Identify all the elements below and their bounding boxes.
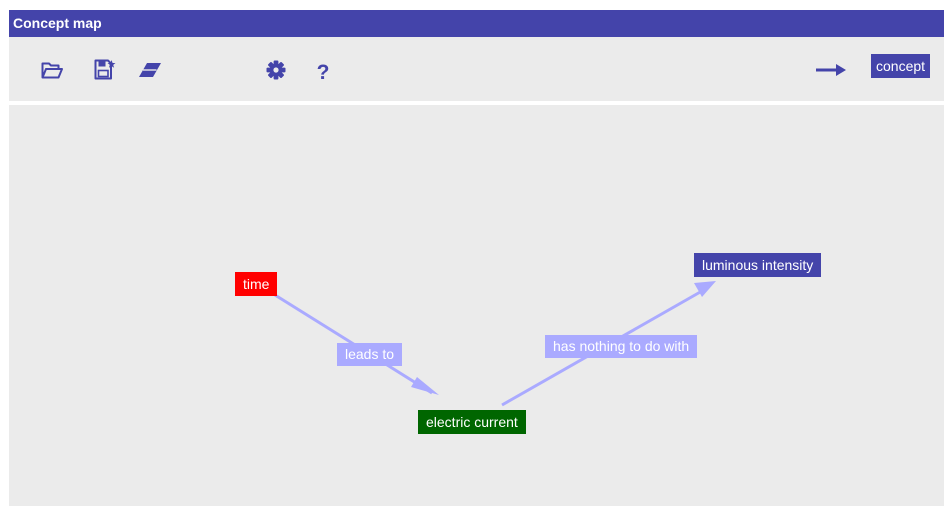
open-button[interactable]: [38, 58, 66, 86]
arrow-right-icon: [816, 63, 846, 81]
help-button[interactable]: ?: [309, 58, 337, 86]
folder-open-icon: [41, 61, 63, 84]
eraser-icon: [138, 62, 162, 83]
concept-node-time[interactable]: time: [235, 272, 278, 296]
settings-button[interactable]: [262, 58, 290, 86]
concept-node-electric-current[interactable]: electric current: [418, 410, 526, 434]
save-button[interactable]: [91, 58, 119, 86]
clear-button[interactable]: [136, 58, 164, 86]
save-icon: [94, 59, 116, 85]
concept-map-canvas[interactable]: leads to has nothing to do with time ele…: [9, 105, 944, 506]
link-lines: [274, 281, 716, 407]
question-mark-icon: ?: [316, 60, 330, 84]
link-tool-button[interactable]: [815, 58, 847, 86]
link-arrowhead-leads-to: [411, 377, 439, 395]
concept-node-luminous-intensity[interactable]: luminous intensity: [694, 253, 822, 277]
link-label-leads-to[interactable]: leads to: [337, 343, 403, 366]
gear-icon: [266, 60, 286, 85]
concept-map-app: Concept map ? concept leads to has nothi…: [9, 10, 944, 506]
app-title: Concept map: [9, 10, 944, 37]
add-concept-button[interactable]: concept: [871, 54, 931, 78]
link-label-has-nothing-to-do-with[interactable]: has nothing to do with: [545, 335, 698, 358]
toolbar: ? concept: [9, 37, 944, 101]
